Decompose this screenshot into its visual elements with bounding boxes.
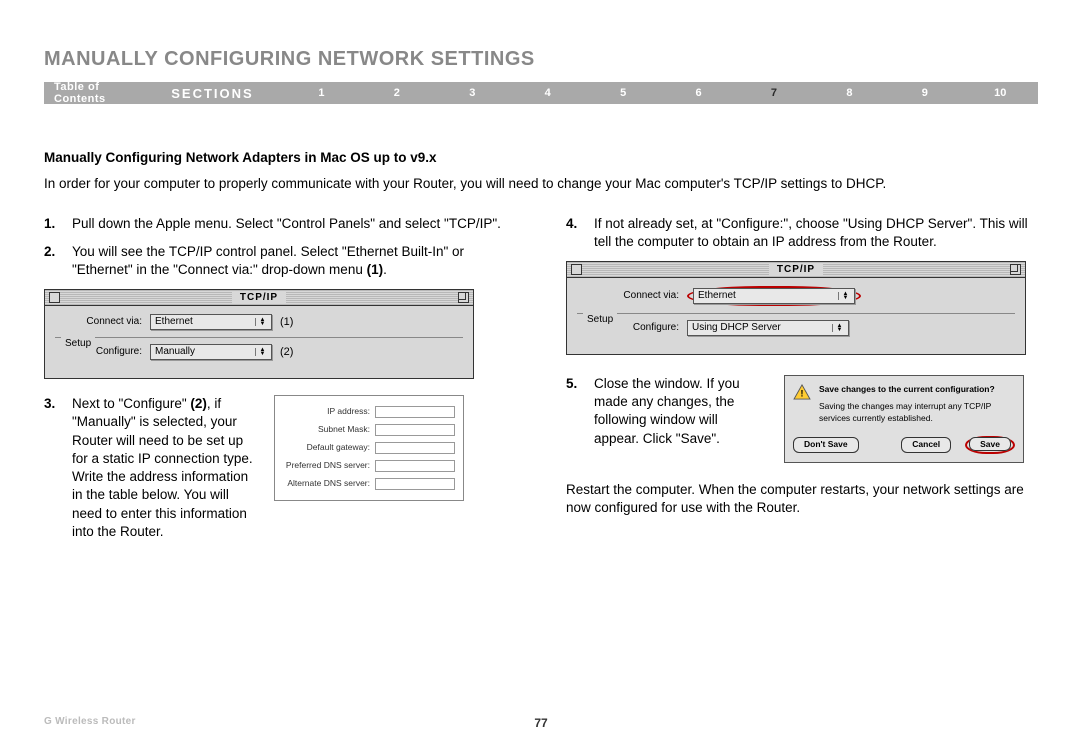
annotation-2: (2) xyxy=(280,345,293,360)
close-box-icon[interactable] xyxy=(571,264,582,275)
ethernet-highlight-oval: Ethernet ▲▼ xyxy=(687,286,861,306)
default-gateway-label: Default gateway: xyxy=(283,442,375,453)
intro-paragraph: In order for your computer to properly c… xyxy=(44,175,1038,193)
connect-via-value-right: Ethernet xyxy=(698,289,838,303)
toc-link[interactable]: Table of Contents xyxy=(44,81,171,105)
sections-label: SECTIONS xyxy=(171,86,253,101)
section-link-4[interactable]: 4 xyxy=(510,87,585,99)
step-2-text-b: (1) xyxy=(367,262,384,277)
warning-icon: ! xyxy=(793,384,811,400)
zoom-box-icon[interactable] xyxy=(458,292,469,303)
connect-via-select[interactable]: Ethernet ▲▼ xyxy=(150,314,272,330)
step-1-text: Pull down the Apple menu. Select "Contro… xyxy=(72,215,516,233)
tcpip-title-right: TCP/IP xyxy=(769,263,823,277)
tcpip-window-right: TCP/IP Connect via: Ethernet ▲▼ xyxy=(566,261,1026,355)
page-number: 77 xyxy=(534,716,547,730)
ip-address-table: IP address: Subnet Mask: Default gateway… xyxy=(274,395,464,501)
step-3-text-c: , if "Manually" is selected, your Router… xyxy=(72,396,253,539)
sections-nav-bar: Table of Contents SECTIONS 1 2 3 4 5 6 7… xyxy=(44,82,1038,104)
cancel-button[interactable]: Cancel xyxy=(901,437,951,452)
step-3-text-b: (2) xyxy=(190,396,207,411)
setup-legend: Setup xyxy=(61,337,95,351)
step-1-number: 1. xyxy=(44,215,72,233)
step-5-number: 5. xyxy=(566,375,594,448)
tcpip-titlebar: TCP/IP xyxy=(45,290,473,306)
connect-via-row-right: Connect via: Ethernet ▲▼ xyxy=(577,286,1015,306)
section-link-9[interactable]: 9 xyxy=(887,87,962,99)
svg-text:!: ! xyxy=(801,388,804,398)
save-changes-dialog: ! Save changes to the current configurat… xyxy=(784,375,1024,463)
select-arrows-icon: ▲▼ xyxy=(838,292,850,300)
section-link-5[interactable]: 5 xyxy=(585,87,660,99)
footer-product-name: G Wireless Router xyxy=(44,716,136,727)
right-column: 4. If not already set, at "Configure:", … xyxy=(566,215,1038,551)
page-footer: G Wireless Router 77 xyxy=(44,716,1038,730)
connect-via-row: Connect via: Ethernet ▲▼ (1) xyxy=(55,314,463,330)
alternate-dns-label: Alternate DNS server: xyxy=(283,478,375,489)
ip-address-label: IP address: xyxy=(283,406,375,417)
save-highlight-oval: Save xyxy=(965,436,1015,453)
step-3-number: 3. xyxy=(44,395,72,541)
step-5-text: Close the window. If you made any change… xyxy=(594,375,766,448)
select-arrows-icon: ▲▼ xyxy=(255,318,267,326)
content-area: Manually Configuring Network Adapters in… xyxy=(44,150,1038,551)
step-4-number: 4. xyxy=(566,215,594,251)
connect-via-label-right: Connect via: xyxy=(577,289,687,303)
left-column: 1. Pull down the Apple menu. Select "Con… xyxy=(44,215,516,551)
figure-tcpip-right: TCP/IP Connect via: Ethernet ▲▼ xyxy=(566,261,1026,355)
section-link-7[interactable]: 7 xyxy=(736,87,811,99)
page-title: MANUALLY CONFIGURING NETWORK SETTINGS xyxy=(44,48,535,71)
step-4: 4. If not already set, at "Configure:", … xyxy=(566,215,1038,251)
step-2-text: You will see the TCP/IP control panel. S… xyxy=(72,243,516,279)
preferred-dns-field[interactable] xyxy=(375,460,455,472)
step-2: 2. You will see the TCP/IP control panel… xyxy=(44,243,516,279)
figure-tcpip-left: TCP/IP Connect via: Ethernet ▲▼ (1) xyxy=(44,289,474,379)
subnet-mask-label: Subnet Mask: xyxy=(283,424,375,435)
close-box-icon[interactable] xyxy=(49,292,60,303)
configure-value: Manually xyxy=(155,345,255,359)
section-link-3[interactable]: 3 xyxy=(435,87,510,99)
select-arrows-icon: ▲▼ xyxy=(832,324,844,332)
alternate-dns-field[interactable] xyxy=(375,478,455,490)
dialog-submessage: Saving the changes may interrupt any TCP… xyxy=(819,401,1015,424)
step-3-text: Next to "Configure" (2), if "Manually" i… xyxy=(72,395,254,541)
setup-legend-right: Setup xyxy=(583,313,617,327)
select-arrows-icon: ▲▼ xyxy=(255,348,267,356)
step-2-text-c: . xyxy=(383,262,387,277)
dont-save-button[interactable]: Don't Save xyxy=(793,437,859,452)
section-link-2[interactable]: 2 xyxy=(359,87,434,99)
ip-address-field[interactable] xyxy=(375,406,455,418)
configure-row-right: Configure: Using DHCP Server ▲▼ xyxy=(577,320,1015,336)
section-link-6[interactable]: 6 xyxy=(661,87,736,99)
step-2-number: 2. xyxy=(44,243,72,279)
default-gateway-field[interactable] xyxy=(375,442,455,454)
step-3: 3. Next to "Configure" (2), if "Manually… xyxy=(44,395,254,541)
section-link-1[interactable]: 1 xyxy=(284,87,359,99)
step-4-text: If not already set, at "Configure:", cho… xyxy=(594,215,1038,251)
configure-value-right: Using DHCP Server xyxy=(692,321,832,335)
preferred-dns-label: Preferred DNS server: xyxy=(283,460,375,471)
configure-select-right[interactable]: Using DHCP Server ▲▼ xyxy=(687,320,849,336)
zoom-box-icon[interactable] xyxy=(1010,264,1021,275)
annotation-1: (1) xyxy=(280,315,293,330)
step-5: 5. Close the window. If you made any cha… xyxy=(566,375,766,448)
tcpip-window-left: TCP/IP Connect via: Ethernet ▲▼ (1) xyxy=(44,289,474,379)
tcpip-titlebar-right: TCP/IP xyxy=(567,262,1025,278)
restart-note: Restart the computer. When the computer … xyxy=(566,481,1038,517)
step-1: 1. Pull down the Apple menu. Select "Con… xyxy=(44,215,516,233)
subnet-mask-field[interactable] xyxy=(375,424,455,436)
connect-via-value: Ethernet xyxy=(155,315,255,329)
save-button[interactable]: Save xyxy=(969,437,1011,451)
connect-via-select-right[interactable]: Ethernet ▲▼ xyxy=(693,288,855,304)
subheading: Manually Configuring Network Adapters in… xyxy=(44,150,1038,165)
section-link-8[interactable]: 8 xyxy=(812,87,887,99)
step-3-text-a: Next to "Configure" xyxy=(72,396,190,411)
dialog-message: Save changes to the current configuratio… xyxy=(819,384,1015,395)
configure-select[interactable]: Manually ▲▼ xyxy=(150,344,272,360)
step-2-text-a: You will see the TCP/IP control panel. S… xyxy=(72,244,464,277)
section-link-10[interactable]: 10 xyxy=(963,87,1038,99)
connect-via-label: Connect via: xyxy=(55,315,150,329)
configure-row: Configure: Manually ▲▼ (2) xyxy=(55,344,463,360)
tcpip-title: TCP/IP xyxy=(232,291,286,305)
